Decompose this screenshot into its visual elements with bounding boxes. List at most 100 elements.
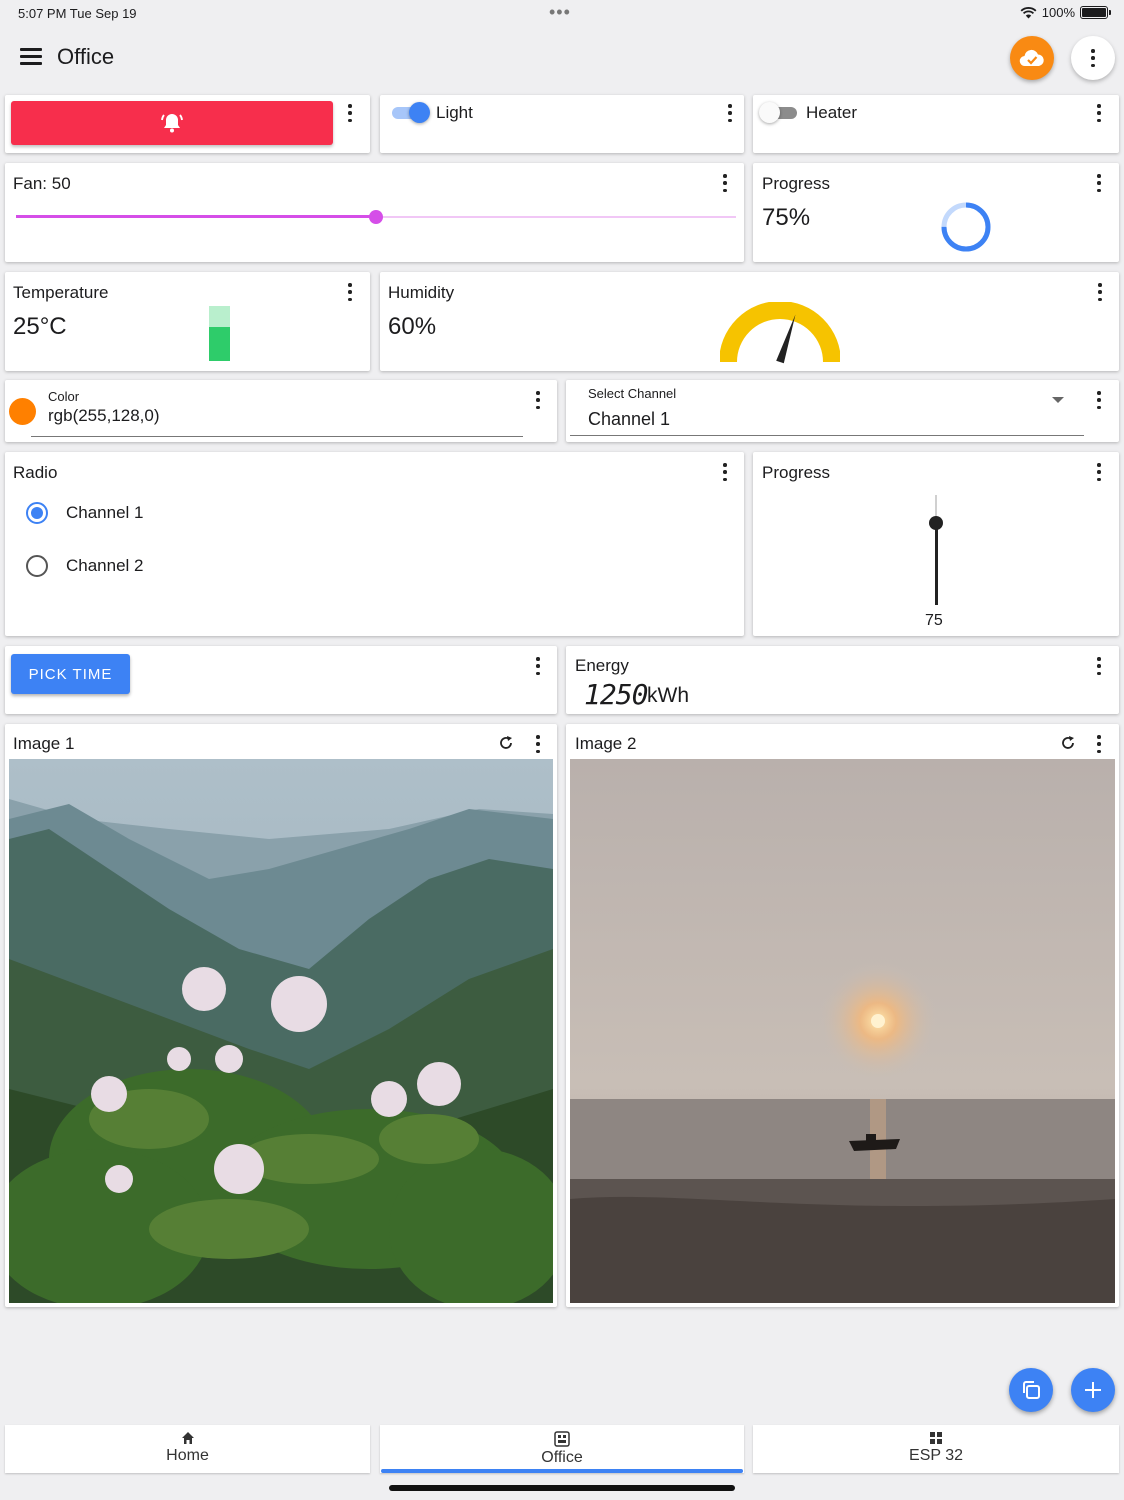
temperature-menu-icon[interactable] (345, 283, 355, 301)
pick-time-button[interactable]: PICK TIME (11, 654, 130, 694)
image-1-label: Image 1 (13, 734, 75, 753)
fan-label: Fan: 50 (13, 174, 71, 193)
light-toggle[interactable] (390, 102, 430, 123)
image-2-card: Image 2 (566, 724, 1119, 1307)
cloud-sync-button[interactable] (1010, 36, 1054, 80)
radio-option-1-label: Channel 1 (66, 503, 144, 522)
select-caption: Select Channel (588, 386, 677, 401)
humidity-gauge (720, 302, 840, 364)
battery-icon (1080, 6, 1111, 19)
copy-fab[interactable] (1009, 1368, 1053, 1412)
radio-option-2-label: Channel 2 (66, 556, 144, 575)
battery-percent: 100% (1041, 5, 1075, 20)
energy-menu-icon[interactable] (1094, 657, 1104, 675)
heater-card: Heater (753, 95, 1119, 153)
alarm-button[interactable] (11, 101, 333, 145)
multitask-dots[interactable]: ••• (549, 2, 571, 23)
fan-menu-icon[interactable] (720, 174, 730, 192)
status-bar: 5:07 PM Tue Sep 19 ••• 100% (0, 0, 1124, 28)
vertical-slider-thumb[interactable] (929, 515, 943, 530)
more-vert-icon (1088, 49, 1098, 67)
progress-ring (941, 202, 991, 252)
light-menu-icon[interactable] (725, 104, 735, 122)
nav-esp32-label: ESP 32 (909, 1447, 963, 1464)
status-time: 5:07 PM Tue Sep 19 (18, 6, 137, 21)
color-card: Color rgb(255,128,0) (5, 380, 557, 442)
image-2-menu-icon[interactable] (1094, 735, 1104, 753)
dropdown-arrow-icon[interactable] (1052, 397, 1064, 404)
cloud-check-icon (1019, 49, 1044, 67)
radio-channel-1[interactable] (26, 502, 48, 524)
nav-office[interactable]: Office (380, 1425, 744, 1473)
select-menu-icon[interactable] (1094, 391, 1104, 409)
page-title: Office (57, 44, 115, 69)
color-value[interactable]: rgb(255,128,0) (48, 406, 160, 426)
radio-label: Radio (13, 463, 58, 482)
heater-menu-icon[interactable] (1094, 104, 1104, 122)
add-fab[interactable] (1071, 1368, 1115, 1412)
temperature-value: 25°C (13, 313, 67, 340)
vertical-progress-label: Progress (762, 463, 831, 482)
energy-card: Energy 1250 kWh (566, 646, 1119, 714)
vertical-progress-card: Progress 75 (753, 452, 1119, 636)
copy-icon (1023, 1381, 1040, 1399)
alarm-bell-icon (161, 114, 183, 133)
plus-icon (1085, 1382, 1101, 1398)
more-options-button[interactable] (1071, 36, 1115, 80)
alarm-menu-icon[interactable] (345, 104, 355, 122)
dashboard-icon (554, 1431, 570, 1447)
progress-ring-menu-icon[interactable] (1094, 174, 1104, 192)
temperature-bar (209, 306, 230, 361)
pick-time-card: PICK TIME (5, 646, 557, 714)
image-1-menu-icon[interactable] (533, 735, 543, 753)
nav-home[interactable]: Home (5, 1425, 370, 1473)
radio-card: Radio Channel 1 Channel 2 (5, 452, 744, 636)
humidity-value: 60% (388, 313, 437, 340)
progress-ring-value: 75% (762, 204, 811, 231)
light-label: Light (436, 103, 473, 122)
select-value[interactable]: Channel 1 (588, 409, 670, 430)
status-right: 100% (1020, 5, 1111, 20)
energy-unit: kWh (647, 684, 689, 707)
radio-menu-icon[interactable] (720, 463, 730, 481)
image-1-mountain-flowers (9, 759, 553, 1303)
fan-card: Fan: 50 (5, 163, 744, 262)
image-1-card: Image 1 (5, 724, 557, 1307)
energy-label: Energy (575, 656, 629, 675)
vertical-progress-menu-icon[interactable] (1094, 463, 1104, 481)
fan-slider-thumb[interactable] (369, 210, 383, 224)
humidity-label: Humidity (388, 283, 455, 302)
grid-icon (930, 1432, 942, 1444)
energy-value: 1250 (584, 678, 648, 711)
color-menu-icon[interactable] (533, 391, 543, 409)
humidity-card: Humidity 60% (380, 272, 1119, 371)
refresh-icon[interactable] (498, 735, 514, 751)
progress-ring-card: Progress 75% (753, 163, 1119, 262)
refresh-icon[interactable] (1060, 735, 1076, 751)
nav-esp32[interactable]: ESP 32 (753, 1425, 1119, 1473)
humidity-menu-icon[interactable] (1095, 283, 1105, 301)
image-2-label: Image 2 (575, 734, 637, 753)
pick-time-menu-icon[interactable] (533, 657, 543, 675)
nav-home-label: Home (166, 1447, 209, 1464)
alarm-card (5, 95, 370, 153)
vertical-slider[interactable] (929, 495, 943, 605)
home-icon (181, 1432, 194, 1444)
color-swatch[interactable] (9, 398, 36, 425)
temperature-card: Temperature 25°C (5, 272, 370, 371)
home-indicator[interactable] (389, 1485, 735, 1491)
heater-label: Heater (806, 103, 858, 122)
select-channel-card: Select Channel Channel 1 (566, 380, 1119, 442)
fan-slider[interactable] (16, 209, 736, 225)
wifi-icon (1020, 7, 1037, 19)
color-caption: Color (48, 389, 80, 404)
nav-active-indicator (381, 1469, 743, 1473)
temperature-label: Temperature (13, 283, 109, 302)
heater-toggle[interactable] (759, 102, 799, 123)
light-card: Light (380, 95, 744, 153)
nav-office-label: Office (541, 1449, 583, 1466)
radio-channel-2[interactable] (26, 555, 48, 577)
vertical-progress-value: 75 (925, 612, 943, 629)
progress-ring-label: Progress (762, 174, 831, 193)
hamburger-menu-icon[interactable] (20, 48, 42, 66)
